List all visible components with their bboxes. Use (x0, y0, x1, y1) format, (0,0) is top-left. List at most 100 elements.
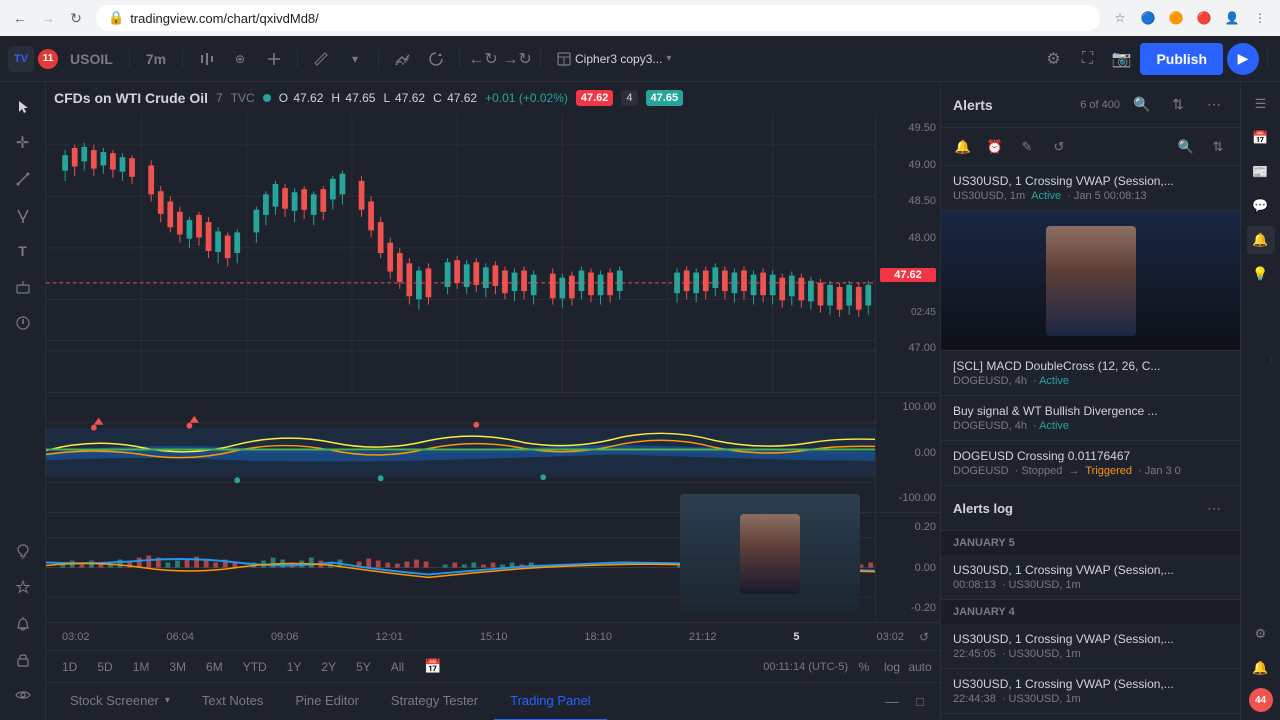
settings-side-btn[interactable]: ⚙ (1247, 620, 1275, 648)
ideas-btn[interactable]: 💡 (1247, 260, 1275, 288)
tab-text-notes[interactable]: Text Notes (186, 683, 279, 720)
alert-bell-btn[interactable]: 🔔 (1247, 226, 1275, 254)
symbol-button[interactable]: USOIL (62, 44, 121, 74)
minimize-panel-btn[interactable]: — (880, 690, 904, 714)
play-button[interactable]: ▶ (1227, 43, 1259, 75)
alert-toolbar-refresh[interactable]: ↺ (1045, 133, 1073, 161)
tab-trading-panel[interactable]: Trading Panel (494, 683, 606, 720)
range-5d[interactable]: 5D (89, 655, 120, 679)
log-item-3[interactable]: US30USD, 1 Crossing VWAP (Session,... 22… (941, 714, 1240, 720)
alert-toolbar-sort[interactable]: ⇅ (1204, 133, 1232, 161)
ideas-tool[interactable] (6, 534, 40, 568)
trend-line-tool[interactable] (6, 162, 40, 196)
alert-item-2[interactable]: [SCL] MACD DoubleCross (12, 26, C... DOG… (941, 351, 1240, 396)
ohlc-data: O 47.62 H 47.65 L 47.62 C 47.62 (279, 91, 568, 105)
camera-btn[interactable]: 📷 (1106, 44, 1136, 74)
publish-button[interactable]: Publish (1140, 43, 1223, 75)
bar-type-button[interactable] (191, 44, 221, 74)
news-btn[interactable]: 📰 (1247, 158, 1275, 186)
log-item-2[interactable]: US30USD, 1 Crossing VWAP (Session,... 22… (941, 669, 1240, 714)
template-dropdown-icon: ▾ (666, 53, 671, 64)
log-item-0[interactable]: US30USD, 1 Crossing VWAP (Session,... 00… (941, 555, 1240, 600)
tab-strategy-tester[interactable]: Strategy Tester (375, 683, 494, 720)
address-bar[interactable]: 🔒 tradingview.com/chart/qxivdMd8/ (96, 5, 1100, 31)
back-button[interactable]: ← (8, 6, 32, 30)
alerts-log-more[interactable]: ⋯ (1200, 494, 1228, 522)
time-label-8: 03:02 (876, 631, 904, 643)
alert-item-0[interactable]: US30USD, 1 Crossing VWAP (Session,... US… (941, 166, 1240, 211)
custom-range[interactable]: 📅 (416, 655, 449, 679)
cursor-tool[interactable] (6, 90, 40, 124)
eye-tool[interactable] (6, 678, 40, 712)
more-options-btn[interactable]: ⋯ (1200, 91, 1228, 119)
main-chart-panel[interactable]: 49.50 49.00 48.50 48.00 47.62 02:45 47.0… (46, 114, 940, 392)
range-1y[interactable]: 1Y (279, 655, 310, 679)
tab-pine-editor[interactable]: Pine Editor (279, 683, 375, 720)
shapes-tool[interactable] (6, 270, 40, 304)
percent-toggle[interactable]: % (852, 655, 876, 679)
tab-stock-screener[interactable]: Stock Screener ▾ (54, 683, 186, 720)
template-selector[interactable]: Cipher3 copy3... ▾ (549, 44, 679, 74)
alert-toolbar-bell[interactable]: 🔔 (949, 133, 977, 161)
indicators-count-button[interactable]: ⊕ (225, 44, 255, 74)
auto-toggle[interactable]: auto (908, 655, 932, 679)
alert-toolbar-clock[interactable]: ⏰ (981, 133, 1009, 161)
notification-badge[interactable]: 11 (38, 49, 58, 69)
prediction-tool[interactable] (6, 306, 40, 340)
more-drawings-btn[interactable]: ▾ (340, 44, 370, 74)
user-profile[interactable]: 👤 (1220, 6, 1244, 30)
fullscreen-btn[interactable]: ⛶ (1072, 44, 1102, 74)
chat-btn[interactable]: 💬 (1247, 192, 1275, 220)
menu-icon[interactable]: ⋮ (1248, 6, 1272, 30)
chart-canvas[interactable]: 49.50 49.00 48.50 48.00 47.62 02:45 47.0… (46, 114, 940, 622)
alert-item-1[interactable] (941, 211, 1240, 351)
extension-btn-2[interactable]: 🟠 (1164, 6, 1188, 30)
alerts-list[interactable]: US30USD, 1 Crossing VWAP (Session,... US… (941, 166, 1240, 720)
price-48: 48.00 (880, 232, 936, 244)
range-all[interactable]: All (383, 655, 412, 679)
stock-screener-dropdown-icon: ▾ (165, 695, 170, 706)
range-3m[interactable]: 3M (161, 655, 194, 679)
timeframe-button[interactable]: 7m (138, 44, 174, 74)
timezone-refresh-btn[interactable]: ↺ (912, 625, 936, 649)
undo-btn[interactable]: ←↻ (468, 44, 498, 74)
range-1d[interactable]: 1D (54, 655, 85, 679)
bookmark-icon[interactable]: ☆ (1108, 6, 1132, 30)
alert-tool[interactable] (6, 606, 40, 640)
range-2y[interactable]: 2Y (313, 655, 344, 679)
search-alerts-btn[interactable]: 🔍 (1128, 91, 1156, 119)
range-1m[interactable]: 1M (125, 655, 158, 679)
range-5y[interactable]: 5Y (348, 655, 379, 679)
ind2-020: 0.20 (880, 521, 936, 533)
notifications-btn[interactable]: 🔔 (1247, 654, 1275, 682)
watchlist-btn[interactable]: ☰ (1247, 90, 1275, 118)
refresh-button[interactable]: ↻ (64, 6, 88, 30)
lock-tool[interactable] (6, 642, 40, 676)
alert-item-3[interactable]: Buy signal & WT Bullish Divergence ... D… (941, 396, 1240, 441)
alert-toolbar-search[interactable]: 🔍 (1172, 133, 1200, 161)
forward-button[interactable]: → (36, 6, 60, 30)
replay-btn[interactable] (421, 44, 451, 74)
user-avatar[interactable]: 44 (1249, 688, 1273, 712)
log-item-1[interactable]: US30USD, 1 Crossing VWAP (Session,... 22… (941, 624, 1240, 669)
redo-btn[interactable]: →↻ (502, 44, 532, 74)
calendar-btn[interactable]: 📅 (1247, 124, 1275, 152)
watch-tool[interactable] (6, 570, 40, 604)
extension-btn-1[interactable]: 🔵 (1136, 6, 1160, 30)
log-toggle[interactable]: log (880, 655, 904, 679)
filter-alerts-btn[interactable]: ⇅ (1164, 91, 1192, 119)
range-6m[interactable]: 6M (198, 655, 231, 679)
text-tool[interactable]: T (6, 234, 40, 268)
pitchfork-tool[interactable] (6, 198, 40, 232)
alert-item-4[interactable]: DOGEUSD Crossing 0.01176467 DOGEUSD · St… (941, 441, 1240, 486)
range-ytd[interactable]: YTD (235, 655, 275, 679)
add-button[interactable] (259, 44, 289, 74)
extension-btn-3[interactable]: 🔴 (1192, 6, 1216, 30)
tv-logo[interactable]: TV (8, 46, 34, 72)
compare-btn[interactable] (387, 44, 417, 74)
settings-btn[interactable]: ⚙ (1038, 44, 1068, 74)
alert-toolbar-edit[interactable]: ✎ (1013, 133, 1041, 161)
crosshair-tool[interactable]: ✛ (6, 126, 40, 160)
maximize-panel-btn[interactable]: □ (908, 690, 932, 714)
drawing-tools-btn[interactable] (306, 44, 336, 74)
